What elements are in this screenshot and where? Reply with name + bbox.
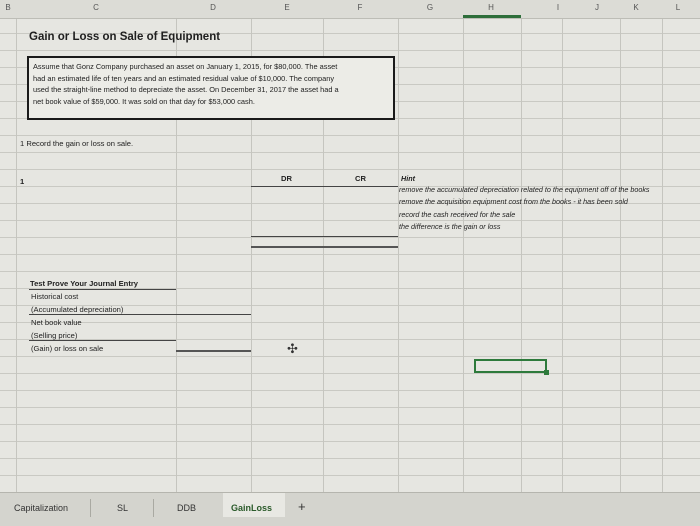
column-header-h[interactable]: H: [488, 3, 494, 12]
active-cell[interactable]: [474, 359, 549, 375]
test-section-title[interactable]: Test Prove Your Journal Entry: [30, 279, 138, 288]
column-header-g[interactable]: G: [427, 3, 433, 12]
add-sheet-button[interactable]: +: [298, 499, 306, 514]
column-header-d[interactable]: D: [210, 3, 216, 12]
problem-description-box[interactable]: Assume that Gonz Company purchased an as…: [27, 56, 395, 120]
column-header-l[interactable]: L: [676, 3, 680, 12]
hint-line[interactable]: record the cash received for the sale: [399, 210, 515, 219]
description-line: used the straight-line method to depreci…: [33, 85, 339, 95]
cr-header[interactable]: CR: [355, 174, 366, 183]
column-header-bar: B C D E F G H I J K L: [0, 0, 700, 19]
column-header-k[interactable]: K: [633, 3, 638, 12]
journal-row-number[interactable]: 1: [20, 177, 24, 186]
test-row-selling-price[interactable]: (Selling price): [31, 331, 77, 340]
column-header-f[interactable]: F: [358, 3, 363, 12]
page-title[interactable]: Gain or Loss on Sale of Equipment: [29, 31, 220, 43]
dr-header[interactable]: DR: [281, 174, 292, 183]
column-header-j[interactable]: J: [595, 3, 599, 12]
column-header-e[interactable]: E: [284, 3, 289, 12]
description-line: net book value of $59,000. It was sold o…: [33, 96, 255, 106]
test-row-gain-or-loss[interactable]: (Gain) or loss on sale: [31, 344, 103, 353]
cell-cursor-icon: ✣: [287, 341, 298, 356]
tab-sl[interactable]: SL: [117, 503, 128, 513]
test-row-historical-cost[interactable]: Historical cost: [31, 292, 78, 301]
test-row-accumulated-depreciation[interactable]: (Accumulated depreciation): [31, 305, 123, 314]
tab-ddb[interactable]: DDB: [177, 503, 196, 513]
description-line: Assume that Gonz Company purchased an as…: [33, 62, 338, 71]
spreadsheet-grid[interactable]: B C D E F G H I J K L Gain or Loss on Sa…: [0, 0, 700, 492]
column-header-c[interactable]: C: [93, 3, 99, 12]
hint-line[interactable]: remove the accumulated depreciation rela…: [399, 185, 650, 194]
column-header-b[interactable]: B: [5, 3, 10, 12]
hint-line[interactable]: remove the acquisition equipment cost fr…: [399, 197, 628, 206]
tab-capitalization[interactable]: Capitalization: [14, 503, 68, 513]
sheet-tab-bar: Capitalization SL DDB GainLoss +: [0, 492, 700, 526]
selected-column-indicator: [463, 15, 521, 18]
description-line: had an estimated life of ten years and a…: [33, 73, 335, 83]
task-instruction[interactable]: 1 Record the gain or loss on sale.: [20, 139, 133, 148]
tab-gainloss[interactable]: GainLoss: [231, 503, 272, 513]
fill-handle[interactable]: [544, 370, 549, 375]
test-row-net-book-value[interactable]: Net book value: [31, 318, 82, 327]
hint-line[interactable]: the difference is the gain or loss: [399, 222, 500, 231]
hint-title[interactable]: Hint: [401, 174, 415, 183]
column-header-i[interactable]: I: [557, 3, 559, 12]
